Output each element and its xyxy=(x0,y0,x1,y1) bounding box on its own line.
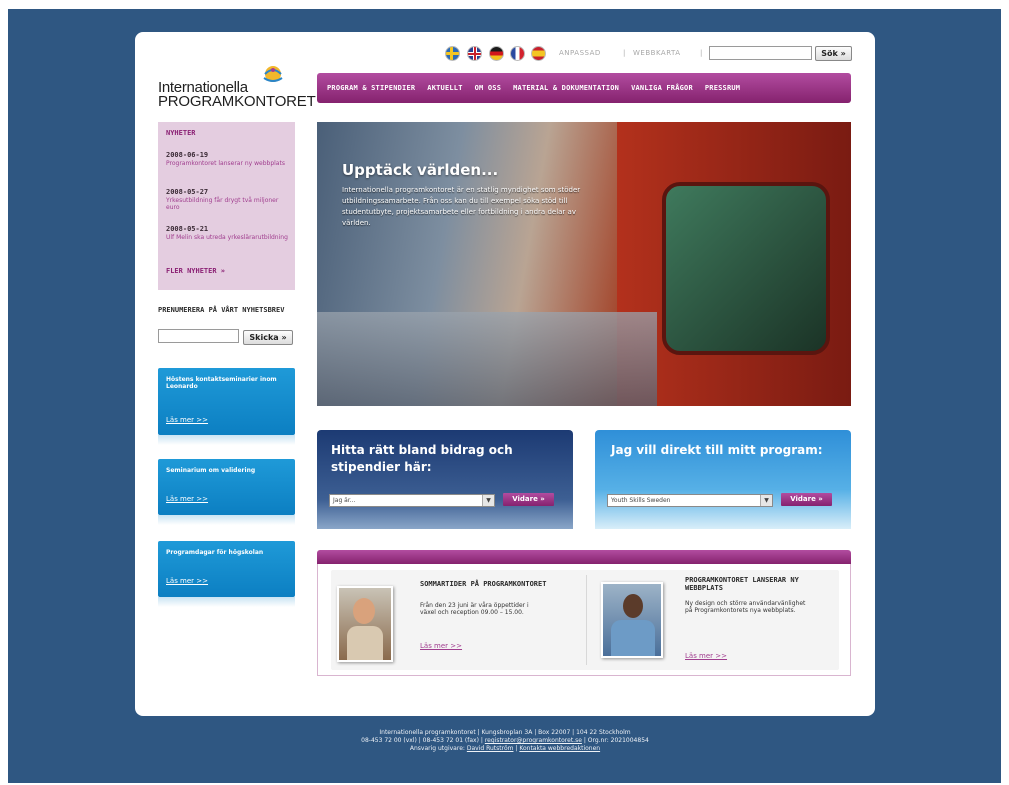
box-shadow xyxy=(158,515,295,525)
footer-separator: | xyxy=(515,745,518,752)
search-input[interactable] xyxy=(709,46,812,60)
news-link[interactable]: Yrkesutbildning får drygt två miljoner e… xyxy=(166,197,290,211)
more-news-link[interactable]: FLER NYHETER » xyxy=(166,267,225,275)
footer-address: Internationella programkontoret | Kungsb… xyxy=(379,729,631,736)
program-direct-title: Jag vill direkt till mitt program: xyxy=(611,443,823,457)
footer-orgnr: | Org.nr: 2021004854 xyxy=(583,737,649,744)
side-promo-link[interactable]: Läs mer >> xyxy=(166,416,208,424)
hero-street-shape xyxy=(317,312,657,406)
footer-publisher-line: Ansvarig utgivare: David Rutström | Kont… xyxy=(135,745,875,753)
side-promo-link[interactable]: Läs mer >> xyxy=(166,577,208,585)
news-box: NYHETER 2008-06-19 Programkontoret lanse… xyxy=(158,122,295,290)
hero-title: Upptäck världen... xyxy=(342,161,499,179)
search-button[interactable]: Sök » xyxy=(815,46,852,61)
nav-item-om-oss[interactable]: OM OSS xyxy=(469,84,508,92)
side-promo-title: Höstens kontaktseminarier inom Leonardo xyxy=(166,376,277,390)
chevron-down-icon: ▼ xyxy=(760,495,772,506)
divider xyxy=(586,575,587,665)
chevron-down-icon: ▼ xyxy=(482,495,494,506)
grant-finder-go-button[interactable]: Vidare » xyxy=(503,493,554,506)
side-promo-box[interactable]: Programdagar för högskolan Läs mer >> xyxy=(158,541,295,597)
program-direct-panel: Jag vill direkt till mitt program: Youth… xyxy=(595,430,851,529)
newsletter-email-input[interactable] xyxy=(158,329,239,343)
promo-link[interactable]: Läs mer >> xyxy=(685,652,727,660)
program-direct-select-value: Youth Skills Sweden xyxy=(611,497,671,504)
footer-contact-line: 08-453 72 00 (vxl) | 08-453 72 01 (fax) … xyxy=(135,737,875,745)
footer: Internationella programkontoret | Kungsb… xyxy=(135,729,875,753)
side-promo-title: Programdagar för högskolan xyxy=(166,549,264,556)
hero-tram-window xyxy=(662,182,830,355)
news-date: 2008-06-19 xyxy=(166,151,209,159)
globe-figure-logo-icon xyxy=(263,66,283,82)
promo-header-bar xyxy=(317,550,851,564)
nav-item-material[interactable]: MATERIAL & DOKUMENTATION xyxy=(507,84,625,92)
top-link-separator: | xyxy=(700,49,703,57)
germany-flag-icon[interactable] xyxy=(489,46,504,61)
logo-text-line2[interactable]: PROGRAMKONTORET xyxy=(158,93,316,110)
main-nav: PROGRAM & STIPENDIER AKTUELLT OM OSS MAT… xyxy=(317,73,851,103)
sweden-flag-icon[interactable] xyxy=(445,46,460,61)
footer-publisher-link[interactable]: David Rutström xyxy=(467,745,514,752)
grant-finder-title: Hitta rätt bland bidrag och stipendier h… xyxy=(331,443,513,474)
grant-finder-panel: Hitta rätt bland bidrag och stipendier h… xyxy=(317,430,573,529)
nav-item-vanliga-fragor[interactable]: VANLIGA FRÅGOR xyxy=(625,84,699,92)
promo-link[interactable]: Läs mer >> xyxy=(420,642,462,650)
promo-text: Från den 23 juni är våra öppettider i vä… xyxy=(420,602,529,616)
side-promo-box[interactable]: Seminarium om validering Läs mer >> xyxy=(158,459,295,515)
nav-item-pressrum[interactable]: PRESSRUM xyxy=(699,84,746,92)
promo-title: SOMMARTIDER PÅ PROGRAMKONTORET xyxy=(420,580,547,588)
news-date: 2008-05-27 xyxy=(166,188,209,196)
france-flag-icon[interactable] xyxy=(510,46,525,61)
side-promo-title: Seminarium om validering xyxy=(166,467,256,474)
news-link[interactable]: Ulf Melin ska utreda yrkeslärarutbildnin… xyxy=(166,234,290,241)
nav-item-aktuellt[interactable]: AKTUELLT xyxy=(421,84,468,92)
footer-phone: 08-453 72 00 (vxl) | 08-453 72 01 (fax) … xyxy=(361,737,483,744)
grant-finder-select[interactable]: Jag är... ▼ xyxy=(329,494,495,507)
footer-email-link[interactable]: registrator@programkontoret.se xyxy=(485,737,582,744)
top-link-anpassad[interactable]: ANPASSAD xyxy=(559,49,601,57)
newsletter-submit-button[interactable]: Skicka » xyxy=(243,330,293,345)
program-direct-select[interactable]: Youth Skills Sweden ▼ xyxy=(607,494,773,507)
promo-title: PROGRAMKONTORET LANSERAR NY WEBBPLATS xyxy=(685,576,799,592)
box-shadow xyxy=(158,597,295,607)
news-date: 2008-05-21 xyxy=(166,225,209,233)
hero-text: Internationella programkontoret är en st… xyxy=(342,186,581,227)
newsletter-heading: PRENUMERERA PÅ VÅRT NYHETSBREV xyxy=(158,306,285,314)
man-photo xyxy=(601,582,663,658)
news-link[interactable]: Programkontoret lanserar ny webbplats xyxy=(166,160,290,167)
box-shadow xyxy=(158,435,295,445)
uk-flag-icon[interactable] xyxy=(467,46,482,61)
spain-flag-icon[interactable] xyxy=(531,46,546,61)
top-link-webbkarta[interactable]: WEBBKARTA xyxy=(633,49,681,57)
side-promo-box[interactable]: Höstens kontaktseminarier inom Leonardo … xyxy=(158,368,295,435)
hero-banner: Upptäck världen... Internationella progr… xyxy=(317,122,851,406)
side-promo-link[interactable]: Läs mer >> xyxy=(166,495,208,503)
top-link-separator: | xyxy=(623,49,626,57)
news-heading: NYHETER xyxy=(166,129,196,137)
woman-photo xyxy=(337,586,393,662)
footer-contact-link[interactable]: Kontakta webbredaktionen xyxy=(519,745,600,752)
promo-text: Ny design och större användarvänlighet p… xyxy=(685,600,806,614)
nav-item-program[interactable]: PROGRAM & STIPENDIER xyxy=(317,84,421,92)
program-direct-go-button[interactable]: Vidare » xyxy=(781,493,832,506)
footer-publisher-label: Ansvarig utgivare: xyxy=(409,745,465,752)
grant-finder-select-value: Jag är... xyxy=(333,497,356,504)
